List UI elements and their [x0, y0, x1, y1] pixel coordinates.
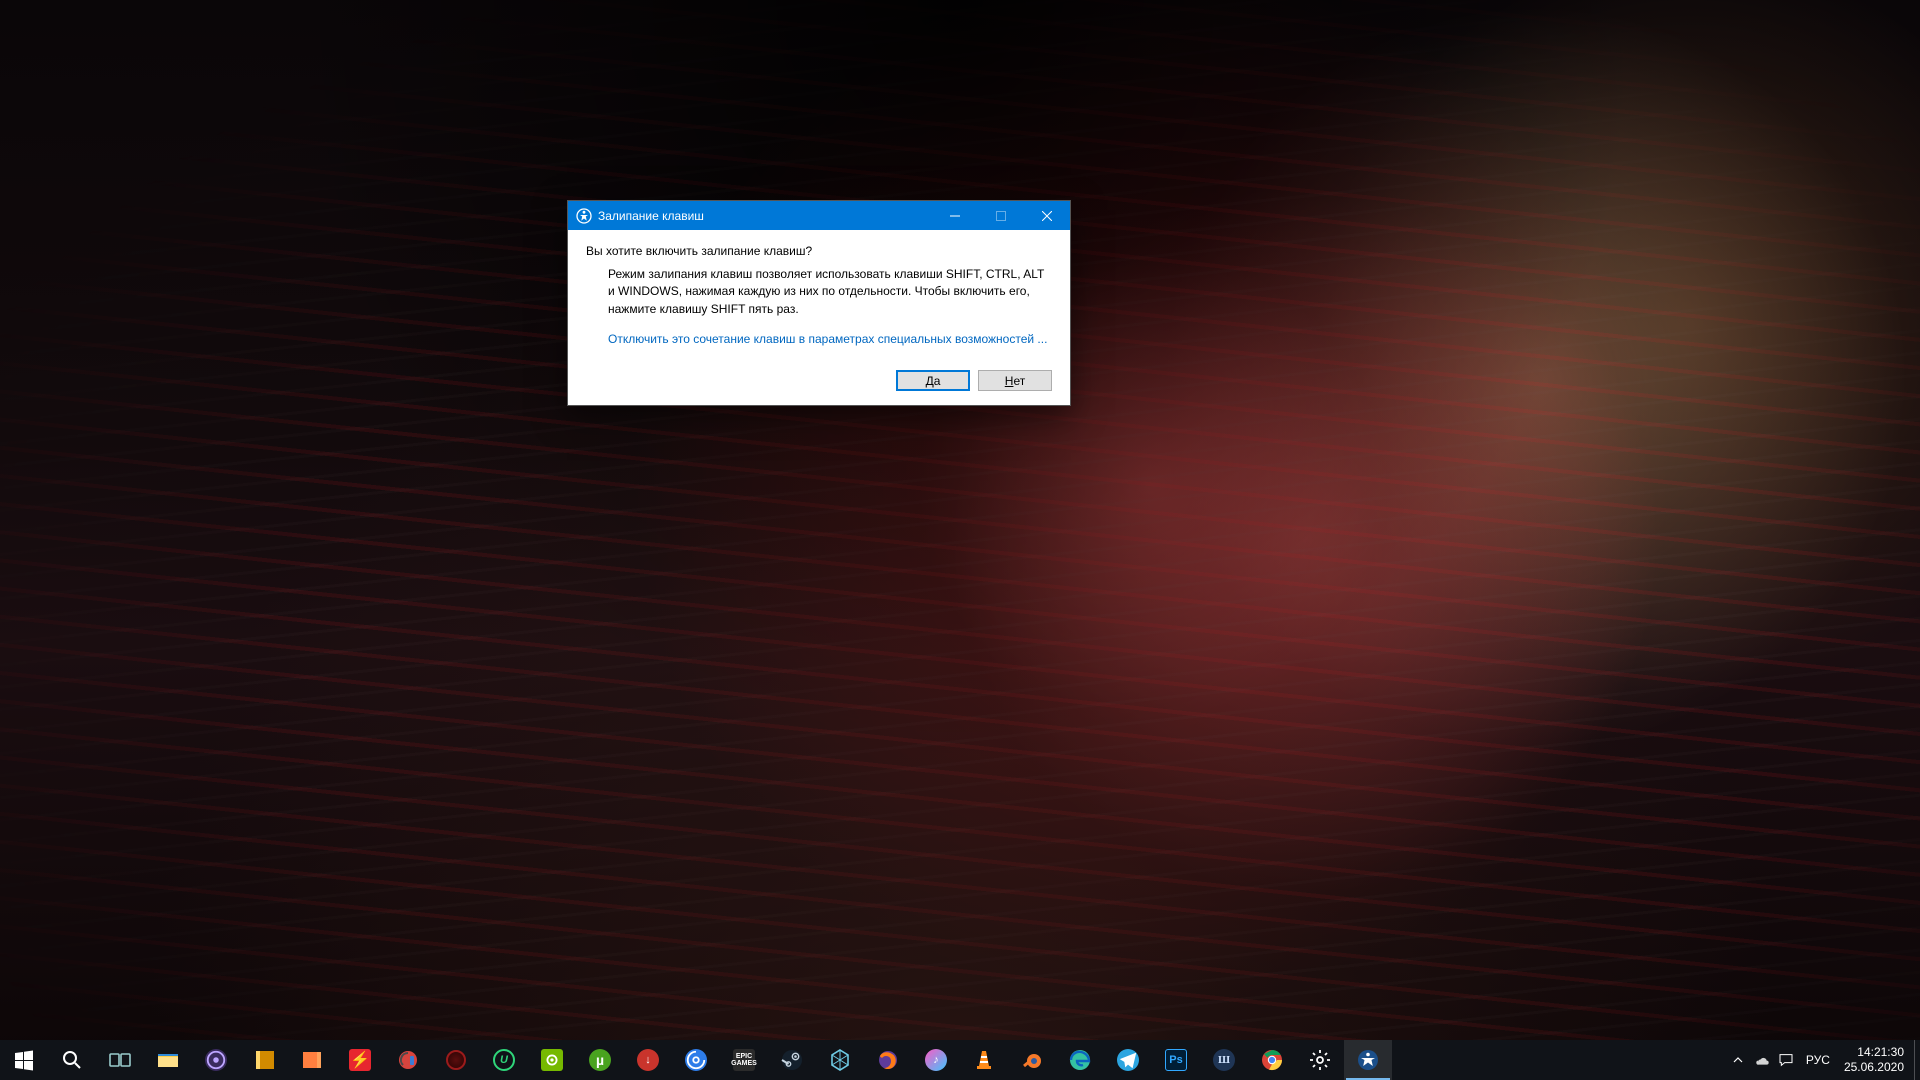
dialog-titlebar[interactable]: Залипание клавиш — [568, 201, 1070, 230]
telegram-app[interactable] — [1104, 1040, 1152, 1080]
steam-app[interactable] — [768, 1040, 816, 1080]
clock[interactable]: 14:21:30 25.06.2020 — [1838, 1040, 1914, 1080]
onenote-app[interactable] — [288, 1040, 336, 1080]
no-button[interactable]: Нет — [978, 370, 1052, 391]
nvidia-app[interactable] — [528, 1040, 576, 1080]
desktop-wallpaper — [0, 0, 1920, 1080]
antivirus-app[interactable]: ⚡ — [336, 1040, 384, 1080]
show-desktop-button[interactable] — [1914, 1040, 1920, 1080]
obs-app[interactable] — [192, 1040, 240, 1080]
chrome-app[interactable] — [1248, 1040, 1296, 1080]
yes-button[interactable]: Да — [896, 370, 970, 391]
clock-date: 25.06.2020 — [1844, 1060, 1904, 1075]
blender-app[interactable] — [1008, 1040, 1056, 1080]
file-explorer[interactable] — [144, 1040, 192, 1080]
uplay-refresh-app[interactable]: U — [480, 1040, 528, 1080]
vlc-app[interactable] — [960, 1040, 1008, 1080]
unity-app[interactable] — [816, 1040, 864, 1080]
tray-overflow-button[interactable] — [1726, 1040, 1750, 1080]
minimize-button[interactable] — [932, 201, 978, 230]
clock-time: 14:21:30 — [1844, 1045, 1904, 1060]
close-button[interactable] — [1024, 201, 1070, 230]
dialog-title: Залипание клавиш — [598, 209, 704, 223]
taskbar-pinned-area: ⚡ Uµ↓ EPICGAMES ♪ PsШ — [0, 1040, 1392, 1080]
itunes-app[interactable]: ♪ — [912, 1040, 960, 1080]
photoshop-app[interactable]: Ps — [1152, 1040, 1200, 1080]
onedrive-tray-icon[interactable] — [1750, 1040, 1774, 1080]
accessibility-app[interactable] — [1344, 1040, 1392, 1080]
notes-app[interactable] — [240, 1040, 288, 1080]
sticky-keys-dialog: Залипание клавиш Вы хотите включить зали… — [567, 200, 1071, 406]
ccleaner-app[interactable] — [384, 1040, 432, 1080]
dialog-description: Режим залипания клавиш позволяет использ… — [608, 266, 1052, 318]
taskbar-tray-area: РУС 14:21:30 25.06.2020 — [1726, 1040, 1920, 1080]
dialog-question: Вы хотите включить залипание клавиш? — [586, 244, 1052, 258]
maximize-button — [978, 201, 1024, 230]
taskbar: ⚡ Uµ↓ EPICGAMES ♪ PsШ РУС 14:21:30 25.06.202… — [0, 1040, 1920, 1080]
task-view-button[interactable] — [96, 1040, 144, 1080]
dialog-button-row: Да Нет — [568, 360, 1070, 405]
utorrent-app[interactable]: µ — [576, 1040, 624, 1080]
game-client-app[interactable] — [432, 1040, 480, 1080]
word-processor-app[interactable]: Ш — [1200, 1040, 1248, 1080]
epic-games-app[interactable]: EPICGAMES — [720, 1040, 768, 1080]
action-center-button[interactable] — [1774, 1040, 1798, 1080]
start-button[interactable] — [0, 1040, 48, 1080]
language-indicator[interactable]: РУС — [1798, 1040, 1838, 1080]
edge-app[interactable] — [1056, 1040, 1104, 1080]
disable-shortcut-link[interactable]: Отключить это сочетание клавиш в парамет… — [608, 332, 1052, 346]
settings-app[interactable] — [1296, 1040, 1344, 1080]
ease-of-access-icon — [576, 208, 592, 224]
dialog-body: Вы хотите включить залипание клавиш? Реж… — [568, 230, 1070, 360]
ubisoft-app[interactable] — [672, 1040, 720, 1080]
firefox-app[interactable] — [864, 1040, 912, 1080]
downloader-app[interactable]: ↓ — [624, 1040, 672, 1080]
search-button[interactable] — [48, 1040, 96, 1080]
